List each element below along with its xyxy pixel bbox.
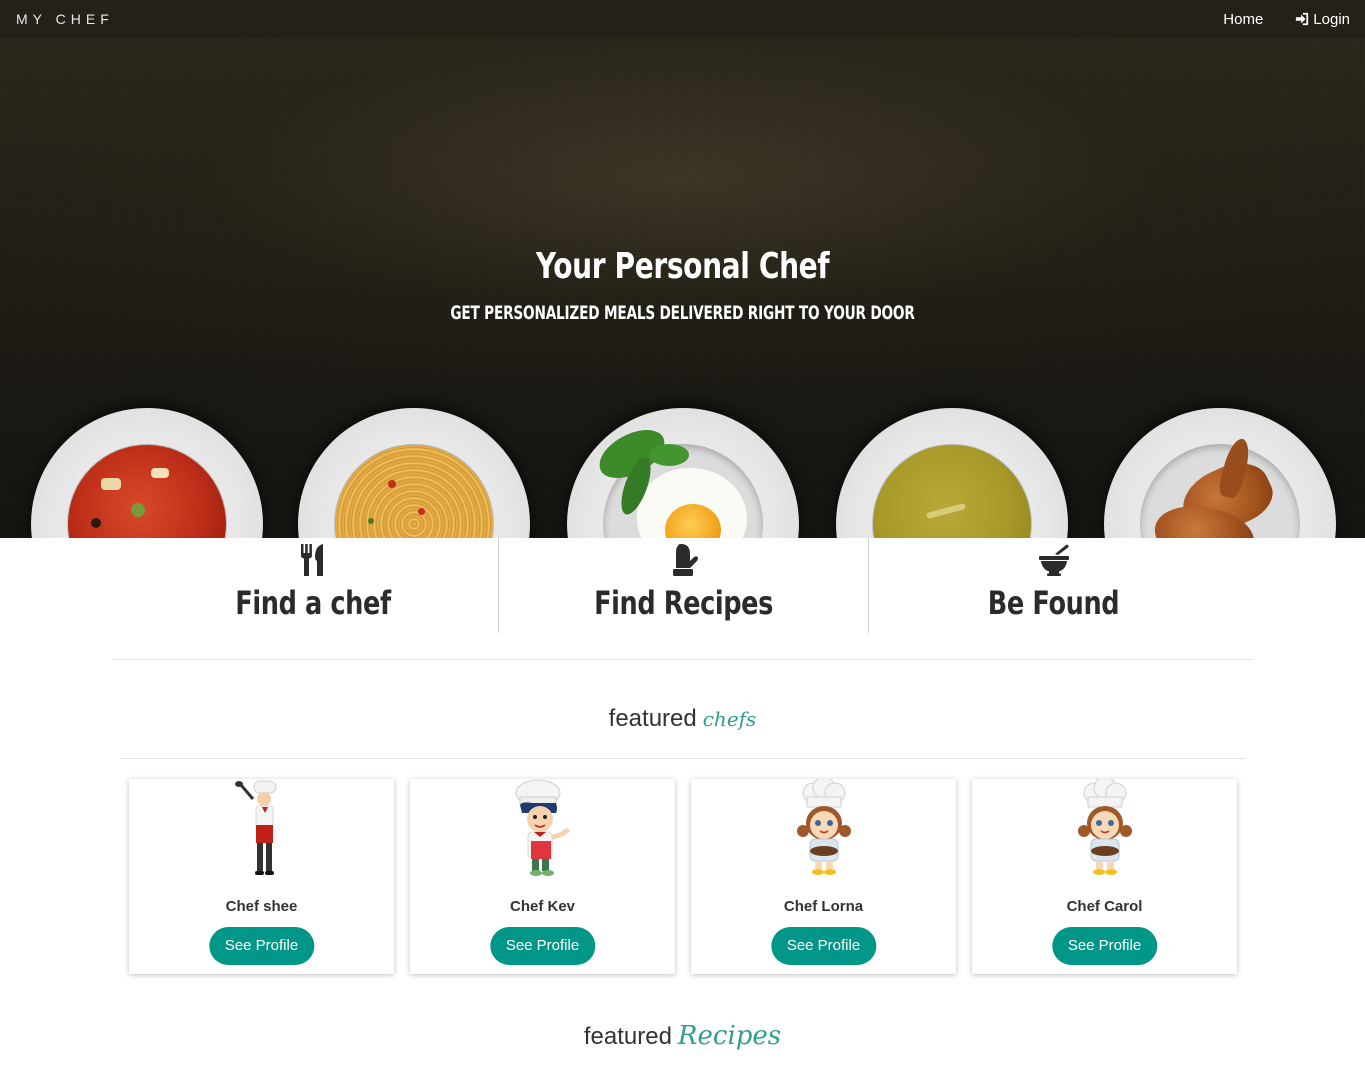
- feature-find-chef[interactable]: Find a chef: [128, 538, 498, 633]
- feature-be-found[interactable]: Be Found: [868, 538, 1238, 633]
- see-profile-button[interactable]: See Profile: [770, 927, 877, 965]
- feature-be-found-title: Be Found: [987, 584, 1120, 622]
- oven-mitt-icon: [672, 544, 698, 576]
- chef-cards: Chef shee See Profile Chef Kev See Profi…: [129, 779, 1237, 974]
- brand-logo[interactable]: MY CHEF: [16, 11, 114, 27]
- mortar-pestle-icon: [1038, 544, 1069, 576]
- chef-card: Chef shee See Profile: [129, 779, 394, 974]
- chef-name: Chef Carol: [1066, 898, 1143, 915]
- see-profile-button[interactable]: See Profile: [489, 927, 596, 965]
- feature-find-chef-title: Find a chef: [235, 584, 391, 622]
- nav-home-link[interactable]: Home: [1223, 11, 1263, 28]
- hero-title: Your Personal Chef: [535, 246, 830, 287]
- nav-home-label: Home: [1223, 10, 1264, 28]
- chef-card: Chef Lorna See Profile: [691, 779, 956, 974]
- chef-avatar: [234, 780, 276, 875]
- plate-fried-egg: [567, 408, 799, 538]
- plate-spaghetti: [298, 408, 530, 538]
- nav-login-label: Login: [1313, 10, 1350, 28]
- nav-links: Home Login: [1223, 11, 1350, 28]
- plate-tomato-soup: [31, 408, 263, 538]
- feature-find-recipes-title: Find Recipes: [594, 584, 773, 622]
- nav-login-link[interactable]: Login: [1295, 11, 1350, 28]
- sign-in-icon: [1296, 12, 1309, 26]
- see-profile-button[interactable]: See Profile: [208, 927, 315, 965]
- chef-card: Chef Kev See Profile: [410, 779, 675, 974]
- chef-card: Chef Carol See Profile: [972, 779, 1237, 974]
- chef-avatar: [796, 779, 851, 875]
- hero-subtitle: GET PERSONALIZED MEALS DELIVERED RIGHT T…: [450, 302, 915, 324]
- features-row: Find a chef Find Recipes Be Found: [128, 538, 1238, 633]
- featured-recipes-heading: featured Recipes: [0, 1021, 1365, 1051]
- plate-croissants: [1104, 408, 1336, 538]
- chef-avatar: [515, 779, 570, 876]
- plate-pea-soup: [836, 408, 1068, 538]
- featured-chefs-label: featured: [608, 705, 697, 732]
- featured-recipes-accent: Recipes: [677, 1021, 782, 1051]
- cutlery-icon: [301, 544, 323, 576]
- chef-name: Chef Lorna: [783, 898, 864, 915]
- chef-name: Chef Kev: [509, 898, 576, 915]
- featured-chefs-heading: featured chefs: [0, 705, 1365, 733]
- chefs-divider: [120, 758, 1246, 759]
- navbar: MY CHEF Home Login: [0, 0, 1365, 38]
- section-divider: [112, 659, 1253, 660]
- feature-find-recipes[interactable]: Find Recipes: [498, 538, 868, 633]
- chef-name: Chef shee: [225, 898, 298, 915]
- see-profile-button[interactable]: See Profile: [1051, 927, 1158, 965]
- featured-chefs-accent: chefs: [702, 707, 757, 731]
- chef-avatar: [1077, 779, 1132, 875]
- featured-recipes-label: featured: [583, 1023, 672, 1050]
- hero-banner: Your Personal Chef GET PERSONALIZED MEAL…: [0, 38, 1365, 538]
